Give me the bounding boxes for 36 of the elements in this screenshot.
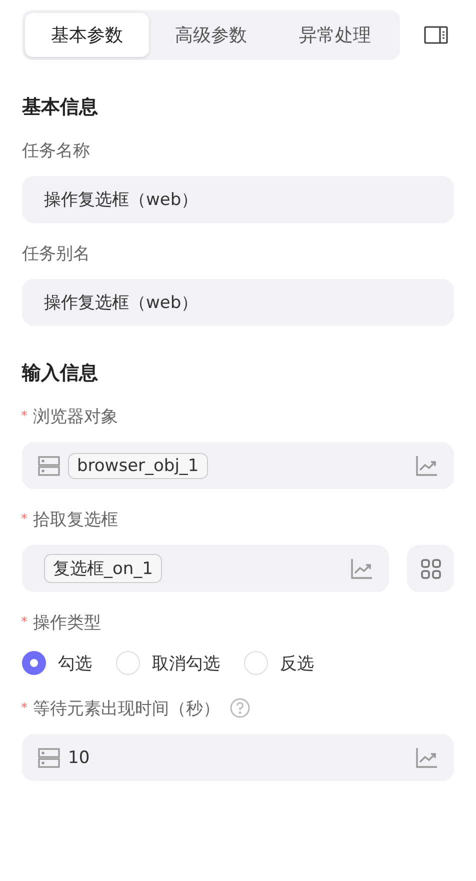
panel-toggle-icon[interactable] [424,26,448,44]
field-label: 操作类型 [33,612,101,634]
required-mark: * [21,614,28,630]
help-icon[interactable] [230,698,250,718]
radio-label: 勾选 [58,652,92,674]
radio-label: 反选 [280,652,314,674]
field-value: 操作复选框（web） [44,189,200,211]
input-field[interactable]: 复选框_on_1 [22,545,389,592]
tab[interactable]: 基本参数 [25,13,149,57]
section-title: 基本信息 [22,95,99,120]
picker-button[interactable] [407,545,454,592]
field-value: 10 [68,748,91,768]
input-field[interactable]: 操作复选框（web） [22,176,454,223]
input-field[interactable]: 操作复选框（web） [22,279,454,326]
field-label: 任务别名 [22,242,90,264]
field-label: 浏览器对象 [33,406,118,428]
section-title: 输入信息 [22,361,99,386]
variable-tag: browser_obj_1 [68,452,208,478]
required-mark: * [21,512,28,526]
field-label: 等待元素出现时间（秒） [33,698,220,720]
radio-label: 取消勾选 [152,652,220,674]
chart-icon[interactable] [416,456,438,476]
field-label: 拾取复选框 [33,508,118,530]
chart-icon[interactable] [351,558,373,578]
input-field[interactable]: browser_obj_1 [22,442,454,489]
tab[interactable]: 异常处理 [273,13,397,57]
field-label: 任务名称 [22,140,90,162]
variable-tag: 复选框_on_1 [44,554,162,583]
tab[interactable]: 高级参数 [149,13,273,57]
chart-icon[interactable] [416,748,438,768]
grid-icon [420,558,440,578]
required-mark: * [21,700,28,716]
field-value: 操作复选框（web） [44,292,200,314]
input-field[interactable]: 10 [22,734,454,781]
radio-button[interactable] [22,651,46,675]
required-mark: * [21,408,28,424]
